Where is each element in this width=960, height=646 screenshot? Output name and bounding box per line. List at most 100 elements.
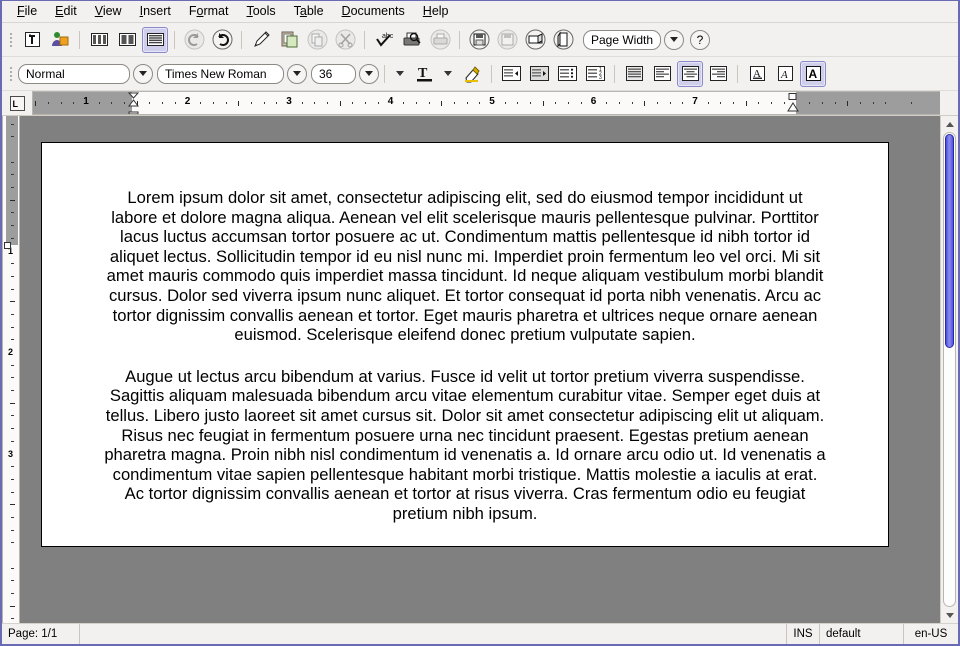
menu-item-view[interactable]: View: [86, 2, 131, 21]
menu-item-table[interactable]: Table: [285, 2, 333, 21]
ruler-tick: [365, 102, 367, 104]
print-preview-button[interactable]: [399, 27, 425, 53]
italic-button[interactable]: A: [772, 61, 798, 87]
ruler-tick: [124, 102, 126, 104]
view-columns-grid-button[interactable]: [86, 27, 112, 53]
zoom-combo[interactable]: Page Width: [583, 29, 661, 50]
zoom-dropdown-button[interactable]: [664, 29, 684, 50]
page-landscape-button[interactable]: [522, 27, 548, 53]
redo-button[interactable]: [209, 27, 235, 53]
copy-button[interactable]: [304, 27, 330, 53]
view-full-lines-button[interactable]: [142, 26, 168, 53]
clipboard-paste-button[interactable]: [276, 27, 302, 53]
highlight-color-button[interactable]: [459, 61, 485, 87]
cut-button[interactable]: [332, 27, 358, 53]
toolbar-separator: [614, 64, 615, 83]
ruler-tick: [11, 580, 14, 582]
menu-item-file[interactable]: File: [8, 2, 46, 21]
vertical-ruler[interactable]: 123: [2, 116, 20, 623]
scrollbar-track[interactable]: [943, 132, 956, 607]
document-canvas[interactable]: Lorem ipsum dolor sit amet, consectetur …: [20, 116, 940, 623]
save-as-button[interactable]: [494, 27, 520, 53]
help-button[interactable]: ?: [690, 29, 710, 50]
ruler-tick: [11, 428, 14, 430]
page-portrait-button[interactable]: [550, 27, 576, 53]
align-justify-button[interactable]: [621, 61, 647, 87]
menu-item-documents[interactable]: Documents: [333, 2, 414, 21]
save-button[interactable]: [466, 27, 492, 53]
ruler-tick: [542, 101, 544, 106]
ruler-tick: [834, 102, 836, 104]
status-page-style[interactable]: default: [820, 624, 904, 644]
document-paragraph[interactable]: Augue ut lectus arcu bibendum at varius.…: [104, 367, 826, 524]
ruler-tick: [11, 478, 14, 480]
ruler-tick: [250, 102, 252, 104]
paragraph-style-input[interactable]: Normal: [18, 63, 130, 84]
top-margin-marker[interactable]: [4, 242, 11, 249]
menu-item-help[interactable]: Help: [414, 2, 458, 21]
toolbar-separator: [241, 30, 242, 49]
person-object-tool-button[interactable]: [47, 27, 73, 53]
svg-text:A: A: [808, 67, 817, 81]
chevron-up-icon: [945, 121, 954, 127]
align-center-button[interactable]: [677, 60, 703, 87]
status-language[interactable]: en-US: [904, 624, 958, 644]
decrease-indent-button[interactable]: [498, 61, 524, 87]
ruler-tick: [758, 102, 760, 104]
menu-item-edit[interactable]: Edit: [46, 2, 86, 21]
tab-stop-selector[interactable]: L: [2, 91, 32, 115]
ruler-tick: [11, 212, 14, 214]
ruler-tick: [162, 102, 164, 104]
scrollbar-thumb[interactable]: [945, 134, 954, 348]
scroll-down-button[interactable]: [941, 607, 958, 623]
document-page[interactable]: Lorem ipsum dolor sit amet, consectetur …: [41, 142, 889, 547]
ruler-tick: [11, 275, 14, 277]
font-name-input[interactable]: Times New Roman: [157, 63, 284, 84]
text-cursor-tool-button[interactable]: [19, 27, 45, 53]
ruler-tick: [466, 102, 468, 104]
overflow-chevron-icon[interactable]: [396, 71, 404, 76]
ruler-tick: [11, 567, 14, 569]
toolbar-grip[interactable]: [6, 30, 15, 50]
document-paragraph[interactable]: Lorem ipsum dolor sit amet, consectetur …: [104, 188, 826, 345]
paragraph-style-dropdown-button[interactable]: [133, 63, 153, 84]
menu-item-tools[interactable]: Tools: [237, 2, 284, 21]
horizontal-ruler[interactable]: 1 2 3 4 5 6 7: [32, 91, 940, 115]
align-right-button[interactable]: [705, 61, 731, 87]
align-left-button[interactable]: [649, 61, 675, 87]
vertical-scrollbar[interactable]: [940, 116, 958, 623]
tab-stop-selector-label: L: [12, 98, 19, 109]
ruler-tick: [656, 102, 658, 104]
status-insert-mode[interactable]: INS: [787, 624, 820, 644]
ruler-tick: [859, 102, 861, 104]
font-color-chevron-icon[interactable]: [444, 71, 452, 76]
ruler-tick: [10, 301, 15, 303]
view-two-columns-button[interactable]: [114, 27, 140, 53]
bold-button[interactable]: A: [800, 60, 826, 87]
ruler-tick: [11, 415, 14, 417]
font-name-dropdown-button[interactable]: [287, 63, 307, 84]
menu-item-insert[interactable]: Insert: [131, 2, 180, 21]
ruler-tick: [10, 402, 15, 404]
menu-item-format[interactable]: Format: [180, 2, 238, 21]
font-size-dropdown-button[interactable]: [359, 63, 379, 84]
scroll-up-button[interactable]: [941, 116, 958, 132]
right-indent-marker[interactable]: [787, 93, 799, 112]
print-button[interactable]: [427, 27, 453, 53]
ruler-number: 2: [8, 347, 14, 357]
ruler-tick: [238, 101, 240, 106]
increase-indent-button[interactable]: [526, 61, 552, 87]
font-size-input[interactable]: 36: [311, 63, 356, 84]
ruler-tick: [453, 102, 455, 104]
spellcheck-button[interactable]: abc: [371, 27, 397, 53]
ruler-number: 6: [590, 96, 597, 107]
pen-tool-button[interactable]: [248, 27, 274, 53]
left-indent-marker[interactable]: [127, 92, 140, 114]
bullet-list-button[interactable]: [554, 61, 580, 87]
ruler-tick: [200, 102, 202, 104]
font-color-button[interactable]: T: [411, 61, 437, 87]
formatbar-grip[interactable]: [6, 64, 15, 84]
numbered-list-button[interactable]: 123: [582, 61, 608, 87]
underline-button[interactable]: A: [744, 61, 770, 87]
undo-button[interactable]: [181, 27, 207, 53]
